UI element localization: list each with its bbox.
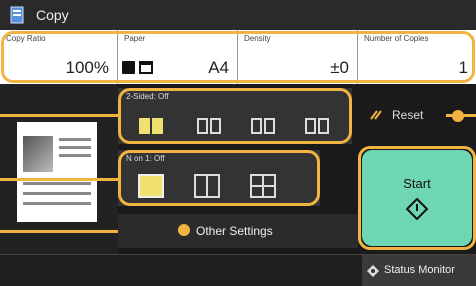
two-sided-option-4[interactable] — [304, 114, 330, 138]
document-preview — [17, 122, 97, 222]
copies-label: Number of Copies — [364, 34, 429, 43]
copy-ratio-cell[interactable]: Copy Ratio 100% — [0, 30, 118, 84]
preview-text-line — [59, 146, 91, 149]
paper-value: A4 — [208, 58, 229, 77]
two-sided-option-2[interactable] — [196, 114, 222, 138]
title-bar: Copy — [0, 0, 476, 30]
two-sided-option-3[interactable] — [250, 114, 276, 138]
copy-ratio-label: Copy Ratio — [6, 34, 46, 43]
copy-ratio-value: 100% — [65, 58, 109, 77]
start-icon — [406, 198, 428, 220]
n-on-1-off-option[interactable] — [138, 174, 164, 198]
preview-text-line — [23, 192, 91, 195]
preview-text-line — [23, 202, 91, 205]
density-value: ±0 — [330, 58, 349, 77]
status-monitor-icon — [367, 265, 379, 277]
status-monitor-label: Status Monitor — [384, 264, 455, 276]
document-icon — [152, 118, 163, 134]
paper-tray-icon — [139, 61, 153, 74]
preview-text-line — [59, 154, 91, 157]
document-icon — [210, 118, 221, 134]
document-icon — [264, 118, 275, 134]
two-sided-panel: 2-Sided: Off — [118, 88, 352, 144]
other-settings-label: Other Settings — [196, 224, 273, 238]
copy-icon — [10, 6, 24, 24]
preview-area — [0, 84, 118, 254]
other-settings-button[interactable]: Other Settings — [118, 214, 358, 248]
preview-image — [23, 136, 53, 172]
n-on-1-label: N on 1: Off — [126, 154, 165, 163]
status-monitor-button[interactable]: Status Monitor — [362, 255, 476, 286]
preview-text-line — [23, 182, 91, 185]
two-sided-label: 2-Sided: Off — [126, 92, 169, 101]
start-label: Start — [403, 176, 431, 191]
document-icon — [197, 118, 208, 134]
start-button[interactable]: Start — [362, 150, 472, 246]
paper-source-icons — [122, 61, 153, 74]
density-cell[interactable]: Density ±0 — [238, 30, 358, 84]
callout-line — [0, 230, 118, 233]
reset-label: Reset — [392, 108, 424, 122]
document-icon — [318, 118, 329, 134]
bottom-bar: Status Monitor — [0, 254, 476, 286]
n-on-1-panel: N on 1: Off — [118, 150, 320, 206]
callout-line — [0, 114, 118, 117]
document-icon — [139, 118, 150, 134]
two-sided-option-1[interactable] — [138, 114, 164, 138]
callout-dot — [178, 224, 190, 236]
density-label: Density — [244, 34, 271, 43]
copies-cell[interactable]: Number of Copies 1 — [358, 30, 476, 84]
settings-summary-bar: Copy Ratio 100% Paper A4 Density ±0 Numb… — [0, 30, 476, 84]
paper-label: Paper — [124, 34, 146, 43]
page-title: Copy — [36, 7, 69, 23]
paper-drawer-icon — [122, 61, 135, 74]
two-on-one-option[interactable] — [194, 174, 220, 198]
document-icon — [251, 118, 262, 134]
preview-text-line — [59, 138, 91, 141]
document-icon — [305, 118, 316, 134]
callout-dot — [452, 110, 464, 122]
four-on-one-option[interactable] — [250, 174, 276, 198]
callout-line — [0, 178, 118, 181]
reset-icon — [370, 110, 382, 120]
copies-value: 1 — [458, 58, 468, 77]
paper-cell[interactable]: Paper A4 — [118, 30, 238, 84]
